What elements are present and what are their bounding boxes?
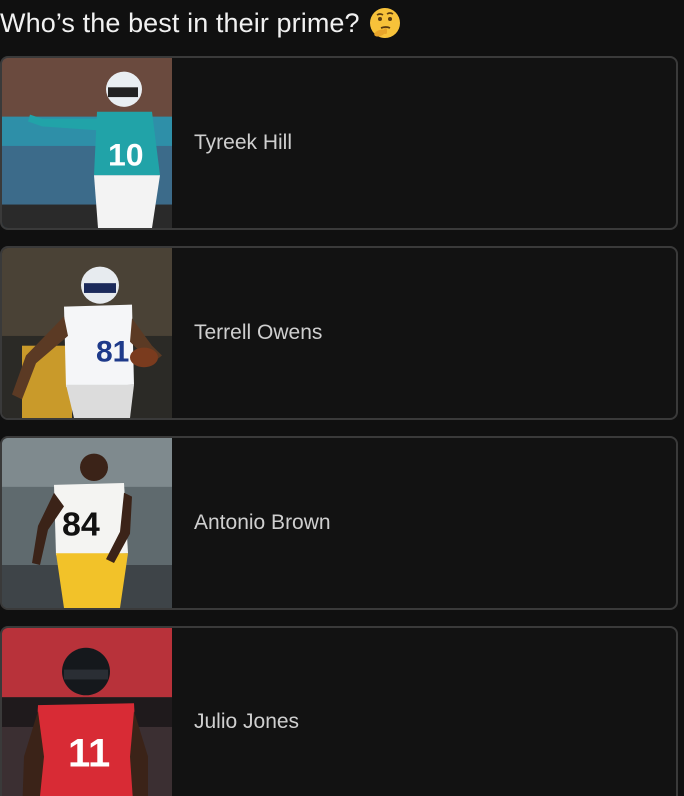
poll-card: Who’s the best in their prime? 10 Tyreek… xyxy=(0,0,684,796)
option-label: Tyreek Hill xyxy=(194,131,293,154)
jersey-number: 11 xyxy=(68,732,110,776)
poll-option-julio-jones[interactable]: 11 Julio Jones xyxy=(0,626,678,796)
player-photo: 84 xyxy=(2,438,172,608)
player-photo: 81 xyxy=(2,248,172,418)
jersey-number: 84 xyxy=(62,507,100,544)
player-photo: 11 xyxy=(2,628,172,796)
poll-option-terrell-owens[interactable]: 81 Terrell Owens xyxy=(0,246,678,420)
poll-option-antonio-brown[interactable]: 84 Antonio Brown xyxy=(0,436,678,610)
option-label: Julio Jones xyxy=(194,710,300,733)
poll-question: Who’s the best in their prime? xyxy=(0,7,360,38)
jersey-number: 10 xyxy=(108,137,144,173)
player-photo: 10 xyxy=(2,58,172,228)
thinking-face-icon xyxy=(368,6,402,40)
option-label: Antonio Brown xyxy=(194,511,331,534)
poll-option-tyreek-hill[interactable]: 10 Tyreek Hill xyxy=(0,56,678,230)
jersey-number: 81 xyxy=(96,336,129,369)
option-label: Terrell Owens xyxy=(194,321,323,344)
poll-header: Who’s the best in their prime? xyxy=(0,0,402,46)
